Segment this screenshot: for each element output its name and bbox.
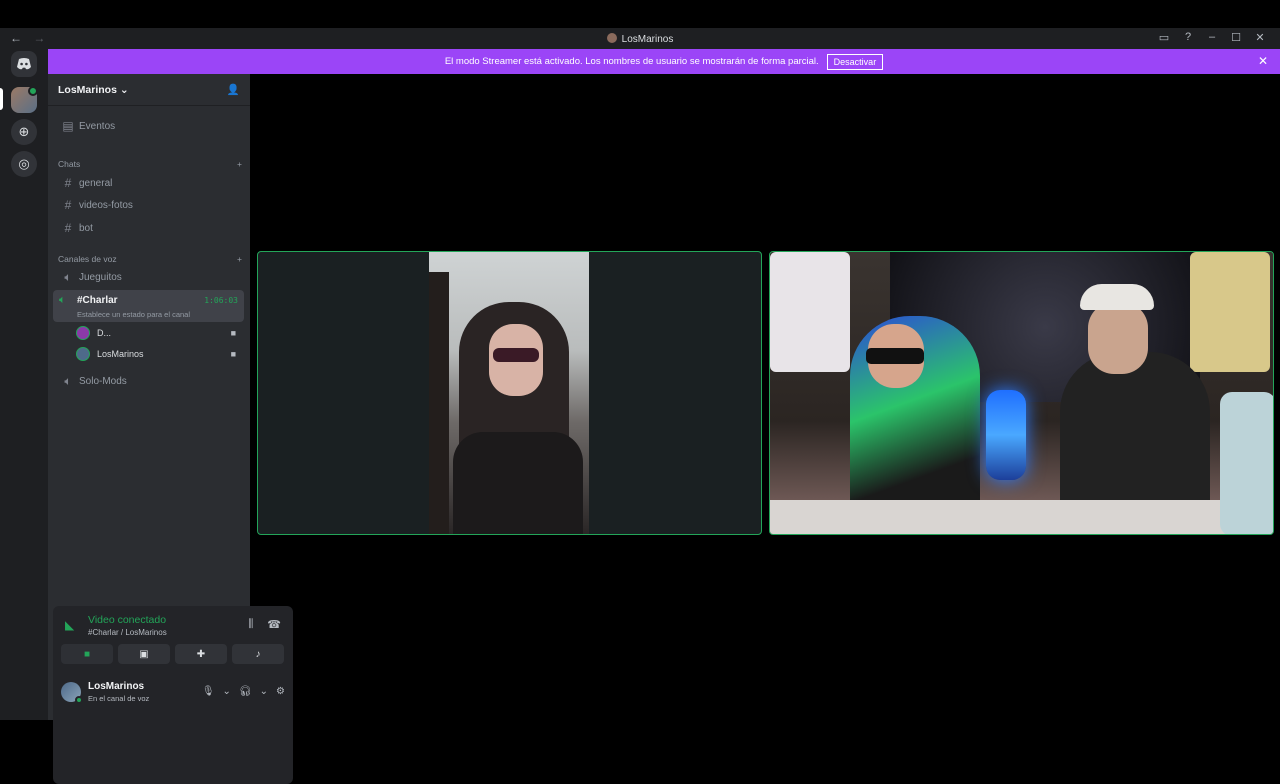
selected-server-indicator (0, 88, 3, 110)
server-avatar-icon (606, 33, 617, 43)
gear-icon[interactable]: ⚙ (276, 686, 285, 697)
voice-connection-panel: ◣ Video conectado #Charlar / LosMarinos … (53, 606, 293, 784)
user-controls: 🎙︎ ⌄ 🎧︎ ⌄ ⚙ (202, 686, 285, 697)
camera-icon: ■ (230, 349, 236, 359)
voice-buttons: ■ ▣ ✚ ♪ (61, 644, 284, 664)
server-status-badge (28, 86, 38, 96)
channel-status[interactable]: Establece un estado para el canal (77, 310, 190, 319)
events-item[interactable]: ▤ Eventos (54, 116, 244, 136)
call-timer: 1:06:03 (204, 296, 238, 305)
server-header[interactable]: LosMarinos ⌄ 👤 (48, 74, 250, 106)
channel-general[interactable]: # general (54, 173, 244, 193)
inbox-icon[interactable]: ▭ (1152, 31, 1176, 44)
hash-icon: # (64, 198, 72, 212)
chevron-down-icon[interactable]: ⌄ (223, 686, 231, 697)
discord-home-icon[interactable] (11, 51, 37, 77)
speaker-icon: 🔈︎ (59, 294, 66, 306)
speaker-icon: 🔈︎ (64, 269, 72, 284)
window-titlebar: ← → LosMarinos ▭ ? – ☐ ✕ (0, 28, 1280, 49)
voice-channel-charlar[interactable]: 🔈︎ #Charlar 1:06:03 Establece un estado … (53, 290, 244, 322)
voice-status-subtitle[interactable]: #Charlar / LosMarinos (88, 628, 167, 637)
voice-member[interactable]: LosMarinos ■ (76, 345, 240, 363)
top-black-bar (0, 0, 1280, 28)
video-tile[interactable] (257, 251, 762, 535)
chevron-down-icon[interactable]: ⌄ (260, 686, 268, 697)
user-status: En el canal de voz (88, 694, 150, 703)
streamer-banner-text: El modo Streamer está activado. Los nomb… (444, 56, 819, 67)
soundboard-button[interactable]: ♪ (232, 644, 284, 664)
channel-bot[interactable]: # bot (54, 218, 244, 238)
chats-category[interactable]: Chats + (58, 159, 242, 169)
voice-category[interactable]: Canales de voz + (58, 254, 242, 264)
close-button[interactable]: ✕ (1248, 31, 1272, 44)
discover-compass-icon[interactable]: ◎ (11, 151, 37, 177)
online-status-icon (75, 696, 83, 704)
calendar-icon: ▤ (62, 119, 74, 133)
server-rail: ⊕ ◎ (0, 49, 48, 720)
hash-icon: # (64, 221, 72, 235)
voice-member[interactable]: D... ■ (76, 324, 240, 342)
camera-icon: ■ (230, 328, 236, 338)
activities-button[interactable]: ✚ (175, 644, 227, 664)
channel-videos-fotos[interactable]: # videos-fotos (54, 195, 244, 215)
avatar (76, 347, 90, 361)
screen-share-button[interactable]: ▣ (118, 644, 170, 664)
microphone-icon[interactable]: 🎙︎ (202, 686, 215, 697)
deactivate-streamer-button[interactable]: Desactivar (826, 53, 884, 70)
username[interactable]: LosMarinos (88, 681, 144, 692)
add-channel-icon[interactable]: + (237, 254, 242, 264)
voice-channel-solo-mods[interactable]: 🔈︎ Solo-Mods (54, 371, 244, 391)
window-controls: ▭ ? – ☐ ✕ (1152, 31, 1272, 44)
hash-icon: # (64, 176, 72, 190)
channel-sidebar: LosMarinos ⌄ 👤 ▤ Eventos Chats + # gener… (48, 74, 293, 784)
avatar (76, 326, 90, 340)
banner-close-icon[interactable]: ✕ (1258, 54, 1268, 68)
disconnect-icon[interactable]: ☎ (267, 618, 281, 631)
streamer-mode-banner: El modo Streamer está activado. Los nomb… (48, 49, 1280, 74)
add-person-icon[interactable]: 👤 (227, 83, 240, 96)
add-channel-icon[interactable]: + (237, 159, 242, 169)
signal-icon[interactable]: ◣ (65, 618, 74, 632)
noise-suppression-icon[interactable]: ⫼ (248, 618, 253, 631)
maximize-button[interactable]: ☐ (1224, 31, 1248, 44)
voice-actions: ⫼ ☎ (248, 618, 281, 631)
video-tile[interactable] (769, 251, 1274, 535)
add-server-icon[interactable]: ⊕ (11, 119, 37, 145)
window-title: LosMarinos (0, 33, 1280, 45)
server-name: LosMarinos (58, 83, 117, 96)
minimize-button[interactable]: – (1200, 31, 1224, 44)
headphones-icon[interactable]: 🎧︎ (239, 686, 252, 697)
video-feed (770, 252, 1273, 534)
chevron-down-icon: ⌄ (119, 83, 129, 96)
camera-button[interactable]: ■ (61, 644, 113, 664)
voice-status-title: Video conectado (88, 614, 167, 626)
video-feed (429, 252, 589, 534)
voice-channel-jueguitos[interactable]: 🔈︎ Jueguitos (54, 267, 244, 287)
speaker-icon: 🔈︎ (64, 373, 72, 388)
help-icon[interactable]: ? (1176, 31, 1200, 44)
user-panel: LosMarinos En el canal de voz 🎙︎ ⌄ 🎧︎ ⌄ … (61, 678, 287, 708)
